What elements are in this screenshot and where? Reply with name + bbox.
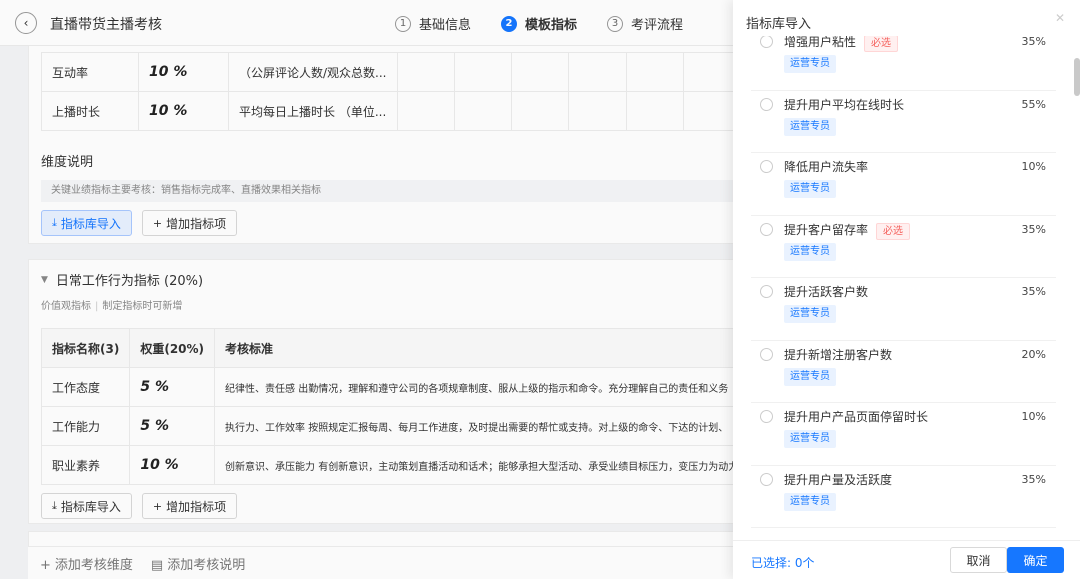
metric-list: 增强用户粘性 必选 运营专员 35% 提升用户平均在线时长 运营专员 55% 降低… (751, 36, 1056, 540)
metric-item-name: 提升客户留存率 必选 (784, 221, 911, 240)
radio-button[interactable] (760, 285, 773, 298)
required-badge: 必选 (864, 36, 899, 52)
item-name-text: 提升客户留存率 (784, 222, 869, 237)
radio-button[interactable] (760, 347, 773, 361)
metric-item-name: 提升活跃客户数 (784, 285, 869, 299)
radio-button[interactable] (760, 36, 773, 48)
confirm-button[interactable]: 确定 (1007, 547, 1064, 573)
overlay-mask[interactable] (0, 0, 733, 579)
radio-button[interactable] (760, 160, 773, 173)
role-tag: 运营专员 (784, 242, 836, 261)
metric-percent: 10% (1021, 160, 1046, 173)
metric-item-name: 提升用户平均在线时长 (784, 97, 905, 112)
role-tag: 运营专员 (784, 430, 836, 448)
radio-button[interactable] (760, 97, 773, 111)
role-tag: 运营专员 (784, 367, 836, 386)
cancel-button[interactable]: 取消 (950, 547, 1007, 573)
metric-percent: 35% (1021, 222, 1046, 236)
scrollbar[interactable] (1074, 58, 1080, 96)
metric-percent: 10% (1021, 410, 1046, 423)
role-tag: 运营专员 (784, 180, 836, 198)
radio-button[interactable] (760, 410, 773, 423)
list-item[interactable]: 提升用户产品页面停留时长 运营专员 10% (751, 403, 1056, 466)
role-tag: 运营专员 (784, 117, 836, 136)
metric-item-name: 降低用户流失率 (784, 160, 869, 174)
list-item[interactable]: 提升新增注册客户数 运营专员 20% (751, 341, 1056, 403)
role-tag: 运营专员 (784, 492, 836, 511)
list-item[interactable]: 增强用户粘性 必选 运营专员 35% (751, 36, 1056, 91)
metric-percent: 35% (1021, 36, 1046, 48)
drawer-footer: 已选择: 0个 取消 确定 (733, 540, 1080, 579)
role-tag: 运营专员 (784, 305, 836, 323)
list-item[interactable]: 提升活跃客户数 运营专员 35% (751, 278, 1056, 341)
list-item[interactable]: 提升客户留存率 必选 运营专员 35% (751, 216, 1056, 278)
metric-percent: 35% (1021, 285, 1046, 298)
drawer-title: 指标库导入 (746, 17, 812, 32)
list-item[interactable]: 提升用户平均在线时长 运营专员 55% (751, 91, 1056, 153)
metric-percent: 35% (1021, 472, 1046, 486)
metric-item-name: 增强用户粘性 必选 (784, 36, 899, 52)
metric-item-name: 提升用户量及活跃度 (784, 472, 893, 487)
metric-percent: 20% (1021, 347, 1046, 361)
list-item[interactable]: 降低用户流失率 运营专员 10% (751, 153, 1056, 216)
item-name-text: 增强用户粘性 (784, 36, 857, 49)
metric-percent: 55% (1021, 97, 1046, 111)
list-item[interactable]: 提升用户量及活跃度 运营专员 35% (751, 466, 1056, 528)
role-tag: 运营专员 (784, 55, 836, 73)
required-badge: 必选 (876, 222, 911, 240)
radio-button[interactable] (760, 472, 773, 486)
selected-count: 已选择: 0个 (751, 556, 815, 570)
radio-button[interactable] (760, 222, 773, 236)
close-icon[interactable]: ✕ (1055, 11, 1065, 25)
metric-item-name: 提升新增注册客户数 (784, 347, 893, 362)
metric-item-name: 提升用户产品页面停留时长 (784, 410, 929, 424)
metric-library-drawer: 指标库导入 ✕ 增强用户粘性 必选 运营专员 35% 提升用户平均在线时长 运营专… (733, 0, 1080, 579)
